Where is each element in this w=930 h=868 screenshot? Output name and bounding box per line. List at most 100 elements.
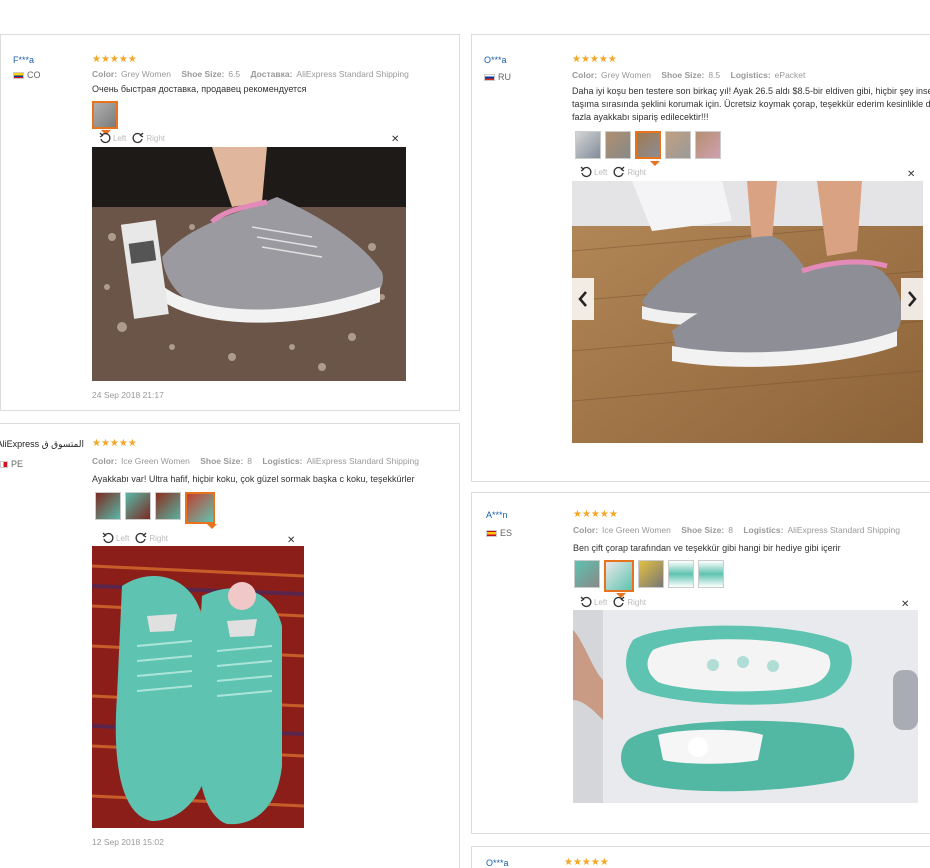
thumbnail-strip [574,560,724,592]
delivery-label: Logistics: [730,70,771,80]
country-code: CO [27,70,41,80]
thumbnail[interactable] [605,131,631,159]
star-rating: ★★★★★ [92,54,137,65]
active-thumb-caret [207,524,217,529]
reviewer-country: CO [13,70,41,80]
photo-toolbar: Left Right [102,532,168,544]
review-photo-large[interactable] [572,181,923,443]
close-viewer-button[interactable]: ✕ [907,169,915,180]
rotate-left-button[interactable]: Left [580,166,607,178]
color-label: Color: [572,70,598,80]
review-date: 12 Sep 2018 15:02 [92,837,164,847]
color-value: Grey Women [601,70,651,80]
review-card-4: A***n ES ★★★★★ Color: Ice Green Women Sho… [471,492,930,834]
review-meta: Color: Ice Green Women Shoe Size: 8 Logist… [573,525,900,535]
thumbnail[interactable] [635,131,661,159]
country-code: PE [11,459,24,469]
delivery-label: Logistics: [262,456,303,466]
delivery-label: Logistics: [743,525,784,535]
flag-ru-icon [484,73,495,81]
review-text: Daha iyi koşu ben testere son birkaç yıl… [572,86,930,122]
rotate-right-button[interactable]: Right [132,132,165,144]
review-photo-large[interactable] [92,546,304,828]
rotate-left-button[interactable]: Left [99,132,126,144]
size-value: 8 [247,456,252,466]
star-rating: ★★★★★ [92,438,137,449]
review-card-3: AliExpress المتسوق ق PE ★★★★★ Color: Ice … [0,423,460,868]
thumbnail[interactable] [638,560,664,588]
review-text: Ayakkabı var! Ultra hafif, hiçbir koku, … [92,474,415,484]
rotate-right-button[interactable]: Right [613,166,646,178]
rotate-left-button[interactable]: Left [102,532,129,544]
color-value: Grey Women [121,69,171,79]
thumbnail[interactable] [668,560,694,588]
reviewer-country: ES [486,528,512,538]
active-thumb-caret [650,161,660,166]
size-value: 6.5 [228,69,241,79]
thumbnail-strip [95,492,215,524]
close-viewer-button[interactable]: ✕ [901,599,909,610]
rotate-left-button[interactable]: Left [580,596,607,608]
reviewer-name[interactable]: O***a [484,55,507,65]
rotate-right-icon [132,132,144,144]
review-date: 24 Sep 2018 21:17 [92,390,164,400]
reviewer-name[interactable]: AliExpress المتسوق ق [0,439,84,450]
next-photo-button[interactable] [901,278,923,320]
rotate-right-button[interactable]: Right [613,596,646,608]
rotate-left-icon [580,166,592,178]
size-label: Shoe Size: [200,456,244,466]
rotate-left-icon [102,532,114,544]
size-value: 8.5 [708,70,721,80]
color-value: Ice Green Women [121,456,190,466]
thumbnail[interactable] [125,492,151,520]
review-text: Очень быстрая доставка, продавец рекомен… [92,84,307,94]
review-text: Ben çift çorap tarafından ve teşekkür gi… [573,543,841,553]
rotate-right-icon [613,596,625,608]
thumbnail[interactable] [574,560,600,588]
size-label: Shoe Size: [661,70,705,80]
flag-pe-icon [0,460,8,468]
reviewer-name[interactable]: F***a [13,55,34,65]
prev-photo-button[interactable] [572,278,594,320]
thumbnail[interactable] [92,101,118,129]
rotate-right-icon [613,166,625,178]
thumbnail[interactable] [698,560,724,588]
close-viewer-button[interactable]: ✕ [287,535,295,546]
thumbnail[interactable] [604,560,634,592]
review-meta: Color: Grey Women Shoe Size: 8.5 Logistics… [572,70,805,80]
review-photo-large[interactable] [573,610,918,803]
delivery-label: Доставка: [250,69,293,79]
country-code: RU [498,72,511,82]
photo-toolbar: Left Right [580,596,646,608]
delivery-value: AliExpress Standard Shipping [296,69,409,79]
thumbnail-strip [92,101,118,129]
thumbnail[interactable] [155,492,181,520]
thumbnail[interactable] [95,492,121,520]
review-meta: Color: Ice Green Women Shoe Size: 8 Logist… [92,456,419,466]
thumbnail[interactable] [185,492,215,524]
size-label: Shoe Size: [681,525,725,535]
star-rating: ★★★★★ [573,509,618,520]
photo-toolbar: Left Right [99,132,165,144]
thumbnail[interactable] [695,131,721,159]
color-label: Color: [92,456,118,466]
reviewer-name[interactable]: A***n [486,510,508,520]
rotate-right-button[interactable]: Right [135,532,168,544]
reviewer-country: PE [0,459,23,469]
rotate-left-icon [580,596,592,608]
review-photo-large[interactable] [92,147,406,381]
review-meta: Color: Grey Women Shoe Size: 6.5 Доставка:… [92,69,409,79]
thumbnail[interactable] [665,131,691,159]
thumbnail[interactable] [575,131,601,159]
photo-toolbar: Left Right [580,166,646,178]
chevron-right-icon [908,291,917,307]
delivery-value: AliExpress Standard Shipping [787,525,900,535]
size-value: 8 [728,525,733,535]
reviewer-country: RU [484,72,511,82]
delivery-value: ePacket [774,70,806,80]
close-viewer-button[interactable]: ✕ [391,134,399,145]
review-card-5: O***a ★★★★★ [471,846,930,868]
flag-co-icon [13,71,24,79]
star-rating: ★★★★★ [572,54,617,65]
reviewer-name[interactable]: O***a [486,858,509,868]
